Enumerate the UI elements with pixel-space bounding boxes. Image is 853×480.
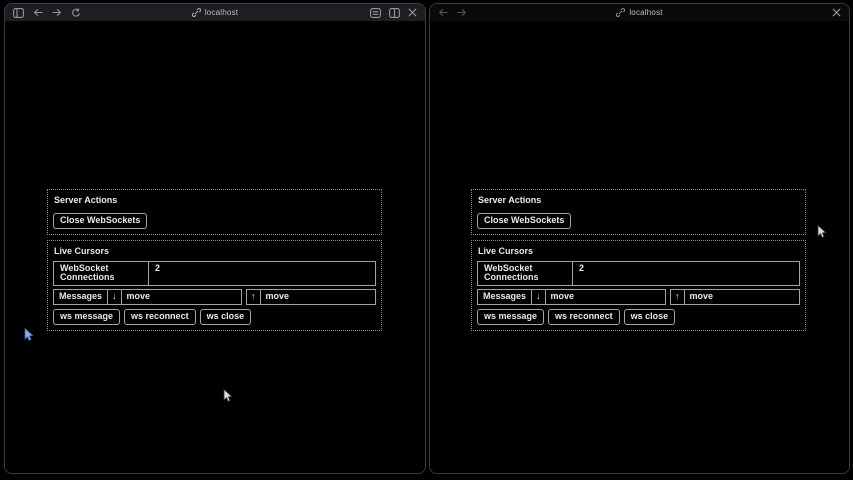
titlebar[interactable]: localhost xyxy=(5,4,425,22)
window-title: localhost xyxy=(205,8,238,17)
server-actions-section: Server Actions Close WebSockets xyxy=(471,189,806,235)
down-arrow-icon: ↓ xyxy=(108,290,122,304)
ws-message-button[interactable]: ws message xyxy=(477,309,544,325)
messages-row: Messages ↓ move ↑ move xyxy=(53,289,376,305)
outgoing-message-value: move xyxy=(122,290,241,304)
ws-reconnect-button[interactable]: ws reconnect xyxy=(548,309,620,325)
close-icon[interactable] xyxy=(832,8,841,17)
messages-label: Messages xyxy=(54,290,108,304)
titlebar-left-controls xyxy=(13,8,81,18)
section-heading: Live Cursors xyxy=(478,246,800,256)
address-title: localhost xyxy=(616,8,662,17)
close-websockets-button[interactable]: Close WebSockets xyxy=(53,213,147,229)
websocket-connections-row: WebSocket Connections 2 xyxy=(477,261,800,286)
titlebar-right-controls xyxy=(832,8,841,17)
incoming-message-group: ↑ move xyxy=(246,289,376,305)
ws-buttons-row: ws message ws reconnect ws close xyxy=(477,309,800,325)
section-heading: Live Cursors xyxy=(54,246,376,256)
section-heading: Server Actions xyxy=(54,195,376,205)
browser-window-left: localhost Server Actions Close WebSocket… xyxy=(4,3,426,474)
back-icon[interactable] xyxy=(33,8,43,17)
ws-reconnect-button[interactable]: ws reconnect xyxy=(124,309,196,325)
ws-close-button[interactable]: ws close xyxy=(624,309,676,325)
messages-row: Messages ↓ move ↑ move xyxy=(477,289,800,305)
down-arrow-icon: ↓ xyxy=(532,290,546,304)
connections-value: 2 xyxy=(149,262,375,285)
close-icon[interactable] xyxy=(408,8,417,17)
live-cursors-section: Live Cursors WebSocket Connections 2 Mes… xyxy=(47,240,382,331)
menu-icon[interactable] xyxy=(370,8,381,18)
ws-buttons-row: ws message ws reconnect ws close xyxy=(53,309,376,325)
sidebar-toggle-icon[interactable] xyxy=(13,8,24,18)
page-sections: Server Actions Close WebSockets Live Cur… xyxy=(471,189,806,331)
tabs-icon[interactable] xyxy=(389,8,400,18)
server-actions-section: Server Actions Close WebSockets xyxy=(47,189,382,235)
incoming-message-value: move xyxy=(261,290,376,304)
messages-label: Messages xyxy=(478,290,532,304)
ws-close-button[interactable]: ws close xyxy=(200,309,252,325)
window-title: localhost xyxy=(629,8,662,17)
up-arrow-icon: ↑ xyxy=(671,290,685,304)
websocket-connections-row: WebSocket Connections 2 xyxy=(53,261,376,286)
outgoing-message-value: move xyxy=(546,290,665,304)
incoming-message-value: move xyxy=(685,290,800,304)
link-icon xyxy=(192,8,201,17)
connections-value: 2 xyxy=(573,262,799,285)
close-websockets-button[interactable]: Close WebSockets xyxy=(477,213,571,229)
titlebar-left-controls xyxy=(438,8,467,17)
ws-message-button[interactable]: ws message xyxy=(53,309,120,325)
outgoing-message-group: Messages ↓ move xyxy=(477,289,666,305)
back-icon[interactable] xyxy=(438,8,448,17)
live-cursors-section: Live Cursors WebSocket Connections 2 Mes… xyxy=(471,240,806,331)
section-heading: Server Actions xyxy=(478,195,800,205)
connections-label: WebSocket Connections xyxy=(478,262,573,285)
titlebar[interactable]: localhost xyxy=(430,4,849,22)
titlebar-right-controls xyxy=(370,8,417,18)
page-content: Server Actions Close WebSockets Live Cur… xyxy=(430,21,849,473)
forward-icon[interactable] xyxy=(457,8,467,17)
incoming-message-group: ↑ move xyxy=(670,289,800,305)
address-title: localhost xyxy=(192,8,238,17)
reload-icon[interactable] xyxy=(71,8,81,18)
up-arrow-icon: ↑ xyxy=(247,290,261,304)
connections-label: WebSocket Connections xyxy=(54,262,149,285)
page-content: Server Actions Close WebSockets Live Cur… xyxy=(5,21,425,473)
browser-window-right: localhost Server Actions Close WebSocket… xyxy=(429,3,850,474)
link-icon xyxy=(616,8,625,17)
page-sections: Server Actions Close WebSockets Live Cur… xyxy=(47,189,382,331)
forward-icon[interactable] xyxy=(52,8,62,17)
outgoing-message-group: Messages ↓ move xyxy=(53,289,242,305)
